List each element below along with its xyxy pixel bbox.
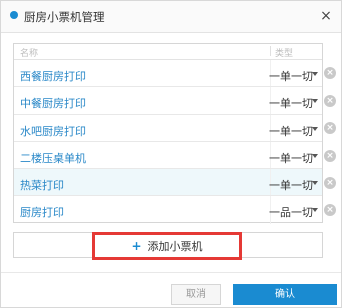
add-printer-label: 添加小票机 xyxy=(147,240,203,253)
chevron-down-icon[interactable] xyxy=(312,153,318,158)
print-mode-select[interactable]: 一品一切 xyxy=(269,204,313,220)
add-printer-button[interactable]: + 添加小票机 xyxy=(92,232,242,260)
chevron-down-icon[interactable] xyxy=(312,99,318,104)
dialog-title: 厨房小票机管理 xyxy=(24,10,105,24)
remove-icon[interactable]: × xyxy=(324,177,336,189)
remove-icon[interactable]: × xyxy=(324,95,336,107)
printer-row[interactable]: 二楼压桌单机 一单一切 xyxy=(14,141,322,170)
title-dot-icon xyxy=(10,11,18,19)
header-divider xyxy=(270,46,271,56)
printer-name[interactable]: 西餐厨房打印 xyxy=(20,68,86,84)
remove-icon[interactable]: × xyxy=(324,122,336,134)
print-mode-select[interactable]: 一单一切 xyxy=(269,150,313,166)
printer-row-selected[interactable]: 热菜打印 一单一切 xyxy=(14,169,322,197)
printer-list: 名称 类型 西餐厨房打印 一单一切 中餐厨房打印 一单一切 水吧厨房打印 一单一… xyxy=(13,43,323,224)
print-mode-select[interactable]: 一单一切 xyxy=(269,95,313,111)
cancel-button[interactable]: 取消 xyxy=(171,284,221,305)
remove-icon[interactable]: × xyxy=(324,67,336,79)
close-icon[interactable]: × xyxy=(317,7,335,25)
confirm-button[interactable]: 确认 xyxy=(233,284,337,305)
printer-name[interactable]: 中餐厨房打印 xyxy=(20,95,86,111)
remove-icon[interactable]: × xyxy=(324,204,336,216)
printer-name[interactable]: 热菜打印 xyxy=(20,177,64,193)
printer-management-dialog: 厨房小票机管理 × 名称 类型 西餐厨房打印 一单一切 中餐厨房打印 一单一切 … xyxy=(0,0,342,308)
printer-row[interactable]: 水吧厨房打印 一单一切 xyxy=(14,114,322,142)
printer-row[interactable]: 厨房打印 一品一切 xyxy=(14,196,322,224)
plus-icon: + xyxy=(131,239,142,253)
remove-icon[interactable]: × xyxy=(324,150,336,162)
chevron-down-icon[interactable] xyxy=(312,72,318,76)
list-header: 名称 类型 xyxy=(14,44,322,60)
printer-name[interactable]: 水吧厨房打印 xyxy=(20,123,86,139)
print-mode-select[interactable]: 一单一切 xyxy=(269,177,313,193)
printer-name[interactable]: 二楼压桌单机 xyxy=(20,150,86,166)
printer-row[interactable]: 西餐厨房打印 一单一切 xyxy=(14,60,322,88)
header-type: 类型 xyxy=(275,49,294,59)
printer-row[interactable]: 中餐厨房打印 一单一切 xyxy=(14,87,322,115)
printer-name[interactable]: 厨房打印 xyxy=(20,204,64,220)
print-mode-select[interactable]: 一单一切 xyxy=(269,68,313,84)
header-name: 名称 xyxy=(20,49,39,59)
dialog-titlebar: 厨房小票机管理 × xyxy=(1,1,341,33)
chevron-down-icon[interactable] xyxy=(312,181,318,186)
chevron-down-icon[interactable] xyxy=(312,126,318,131)
print-mode-select[interactable]: 一单一切 xyxy=(269,123,313,139)
chevron-down-icon[interactable] xyxy=(312,208,318,213)
footer-divider xyxy=(1,272,341,273)
add-printer-area: + 添加小票机 xyxy=(13,232,323,260)
